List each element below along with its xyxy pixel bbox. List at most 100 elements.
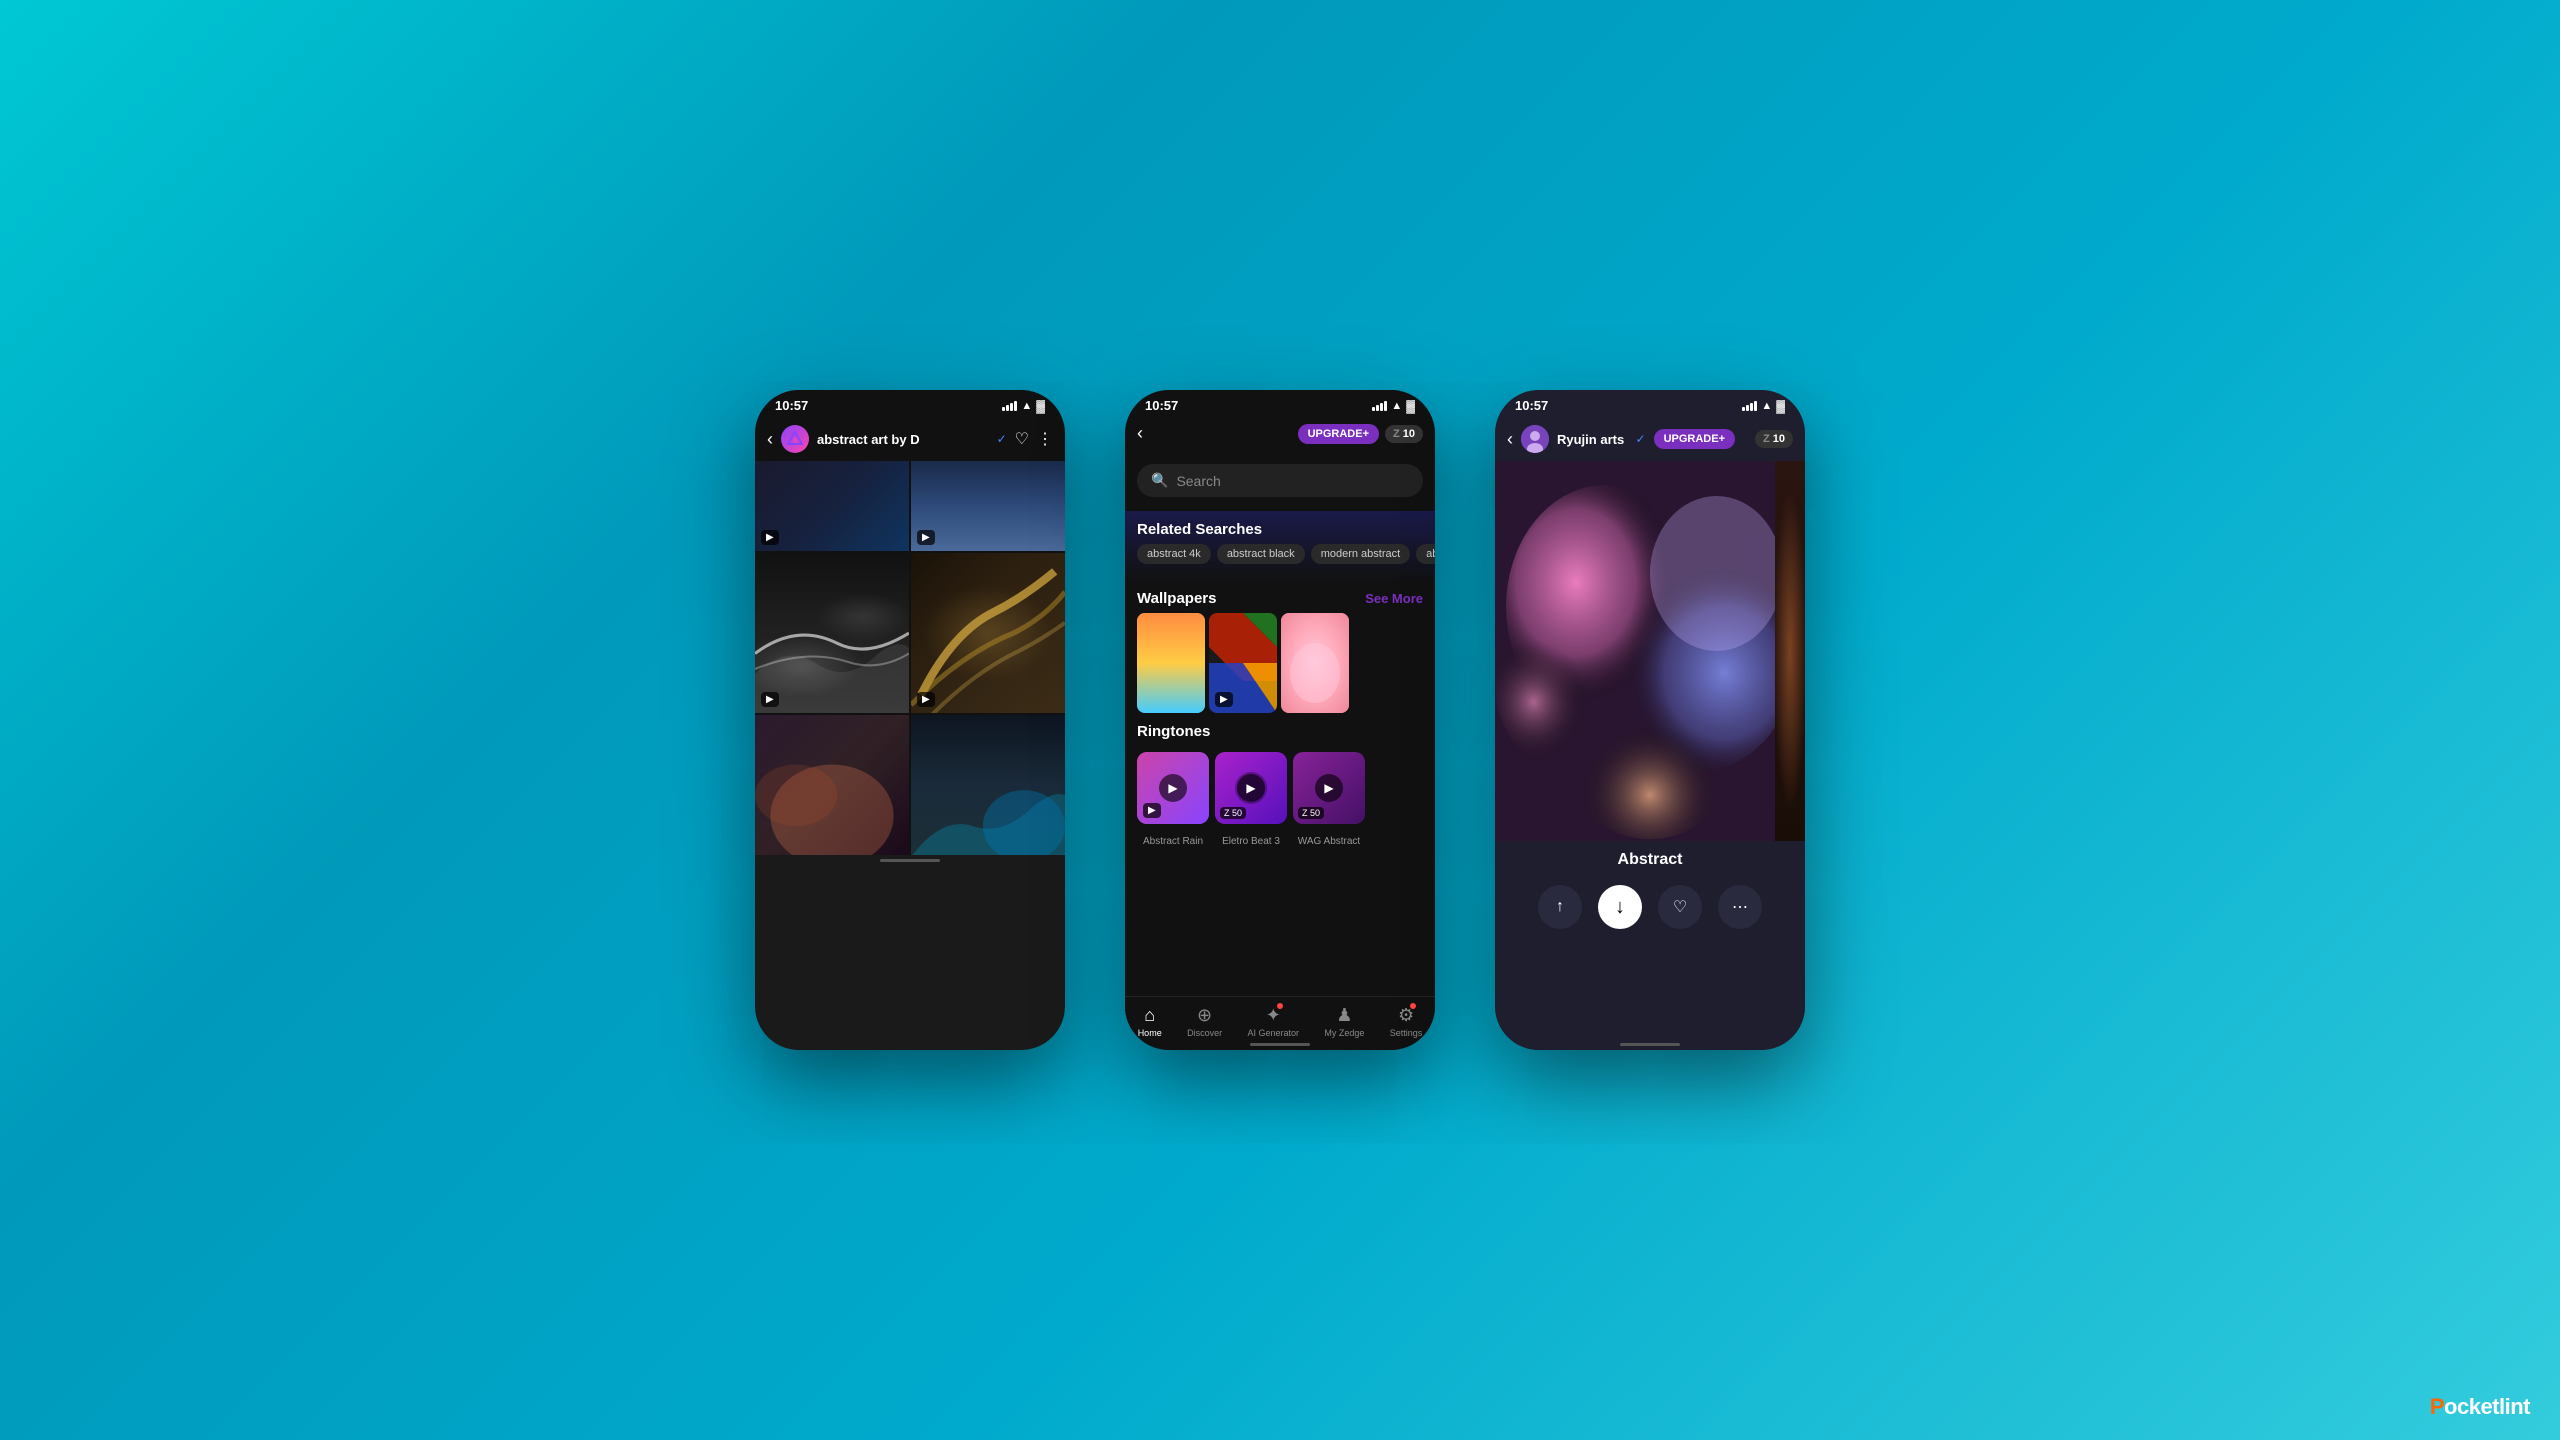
wallpapers-row: ▶	[1125, 613, 1435, 713]
play-icon: ▶	[766, 532, 774, 543]
gallery-item[interactable]: ▶	[755, 553, 909, 713]
related-searches-section: Related Searches abstract 4k abstract bl…	[1125, 511, 1435, 582]
scroll-indicator	[1250, 1043, 1310, 1046]
nav-discover-label: Discover	[1187, 1028, 1222, 1038]
signal-icon	[1002, 401, 1017, 411]
status-icons-left: ▲ ▓	[1002, 399, 1045, 413]
video-badge: ▶	[1215, 692, 1233, 707]
wifi-icon: ▲	[1761, 400, 1772, 412]
gallery-item[interactable]: ▶	[755, 461, 909, 551]
verified-icon-right: ✓	[1636, 432, 1646, 446]
battery-icon: ▓	[1036, 399, 1045, 413]
status-bar-right: 10:57 ▲ ▓	[1495, 390, 1805, 417]
phones-container: 10:57 ▲ ▓ ‹ abstract art by D ✓ ♡ ⋮	[755, 390, 1805, 1050]
upgrade-button-center[interactable]: UPGRADE+	[1298, 424, 1379, 444]
search-placeholder: Search	[1176, 473, 1220, 489]
play-icon: ▶	[766, 694, 774, 705]
related-searches-title: Related Searches	[1125, 511, 1435, 544]
video-badge: ▶	[917, 692, 935, 707]
play-button[interactable]: ▶	[1159, 774, 1187, 802]
status-icons-center: ▲ ▓	[1372, 399, 1415, 413]
play-button[interactable]: ▶	[1315, 774, 1343, 802]
ringtones-row: ▶ ▶ ▶ Z 50	[1125, 746, 1435, 836]
discover-icon: ⊕	[1197, 1005, 1212, 1025]
play-icon: ▶	[922, 694, 930, 705]
heart-icon-left[interactable]: ♡	[1015, 429, 1029, 449]
search-bar[interactable]: 🔍 Search	[1125, 450, 1435, 511]
ringtone-label: Abstract Rain	[1137, 836, 1209, 847]
more-button[interactable]: ⋯	[1718, 885, 1762, 929]
nav-ai-generator[interactable]: ✦ AI Generator	[1247, 1005, 1299, 1038]
settings-notification-dot	[1410, 1003, 1416, 1009]
time-center: 10:57	[1145, 398, 1178, 413]
upgrade-button-right[interactable]: UPGRADE+	[1654, 429, 1735, 449]
share-button[interactable]: ↑	[1538, 885, 1582, 929]
nav-home-label: Home	[1138, 1028, 1162, 1038]
back-button-right[interactable]: ‹	[1507, 429, 1513, 450]
heart-button[interactable]: ♡	[1658, 885, 1702, 929]
scroll-indicator	[880, 859, 940, 862]
nav-my-zedge-label: My Zedge	[1324, 1028, 1364, 1038]
right-header: ‹ Ryujin arts ✓ UPGRADE+ Z 10	[1495, 417, 1805, 461]
channel-avatar-right	[1521, 425, 1549, 453]
back-button-left[interactable]: ‹	[767, 429, 773, 450]
z-badge: Z 50	[1220, 807, 1246, 819]
tag-pill[interactable]: abstract black	[1217, 544, 1305, 564]
play-icon: ▶	[922, 532, 930, 543]
nav-settings-label: Settings	[1390, 1028, 1423, 1038]
ringtone-label: Eletro Beat 3	[1215, 836, 1287, 847]
wallpaper-thumb[interactable]	[1137, 613, 1205, 713]
gallery-item[interactable]: ▶	[911, 461, 1065, 551]
nav-home[interactable]: ⌂ Home	[1138, 1005, 1162, 1038]
left-header: ‹ abstract art by D ✓ ♡ ⋮	[755, 417, 1065, 461]
wallpapers-title: Wallpapers	[1137, 590, 1216, 607]
search-input-box[interactable]: 🔍 Search	[1137, 464, 1423, 497]
play-button[interactable]: ▶	[1237, 774, 1265, 802]
wallpaper-title: Abstract	[1618, 841, 1683, 877]
status-bar-left: 10:57 ▲ ▓	[755, 390, 1065, 417]
zedge-credit-right: Z 10	[1755, 430, 1793, 448]
wallpapers-section-header: Wallpapers See More	[1125, 582, 1435, 613]
time-left: 10:57	[775, 398, 808, 413]
download-button[interactable]: ↓	[1598, 885, 1642, 929]
z-badge: Z 50	[1298, 807, 1324, 819]
z-letter: Z	[1393, 428, 1400, 440]
gallery-item[interactable]	[755, 715, 909, 855]
tag-pill[interactable]: modern abstract	[1311, 544, 1410, 564]
ringtone-card[interactable]: ▶ Z 50	[1215, 752, 1287, 824]
home-icon: ⌂	[1144, 1005, 1155, 1025]
right-content: Abstract ↑ ↓ ♡ ⋯	[1495, 461, 1805, 1050]
side-peek	[1775, 461, 1805, 841]
phone-right: 10:57 ▲ ▓ ‹ Ryujin arts ✓ UPGRADE+	[1495, 390, 1805, 1050]
video-badge: ▶	[761, 692, 779, 707]
status-bar-center: 10:57 ▲ ▓	[1125, 390, 1435, 417]
main-wallpaper[interactable]	[1495, 461, 1805, 841]
gallery-item[interactable]	[911, 715, 1065, 855]
nav-my-zedge[interactable]: ♟ My Zedge	[1324, 1005, 1364, 1038]
battery-icon: ▓	[1406, 399, 1415, 413]
nav-settings[interactable]: ⚙ Settings	[1390, 1005, 1423, 1038]
wifi-icon: ▲	[1391, 400, 1402, 412]
nav-ai-label: AI Generator	[1247, 1028, 1299, 1038]
credit-amount: 10	[1403, 428, 1415, 440]
phone-center: 10:57 ▲ ▓ ‹ UPGRADE+ Z 10 🔍 Search	[1125, 390, 1435, 1050]
center-top-bar: ‹ UPGRADE+ Z 10	[1125, 417, 1435, 450]
phone-left: 10:57 ▲ ▓ ‹ abstract art by D ✓ ♡ ⋮	[755, 390, 1065, 1050]
ringtone-card[interactable]: ▶ ▶	[1137, 752, 1209, 824]
scroll-indicator	[1620, 1043, 1680, 1046]
tag-pill[interactable]: abstract 4k	[1137, 544, 1211, 564]
ringtone-card[interactable]: ▶ Z 50	[1293, 752, 1365, 824]
wallpaper-thumb[interactable]: ▶	[1209, 613, 1277, 713]
play-icon: ▶	[1220, 694, 1228, 705]
wallpaper-thumb[interactable]	[1281, 613, 1349, 713]
wifi-icon: ▲	[1021, 400, 1032, 412]
nav-discover[interactable]: ⊕ Discover	[1187, 1005, 1222, 1038]
ringtones-title: Ringtones	[1125, 713, 1435, 746]
video-badge: ▶	[1143, 803, 1161, 818]
more-icon-left[interactable]: ⋮	[1037, 429, 1053, 449]
gallery-item[interactable]: ▶	[911, 553, 1065, 713]
see-more-button[interactable]: See More	[1365, 591, 1423, 606]
back-button-center[interactable]: ‹	[1137, 423, 1143, 444]
tag-pill[interactable]: abs	[1416, 544, 1435, 564]
gallery-grid: ▶ ▶	[755, 461, 1065, 855]
